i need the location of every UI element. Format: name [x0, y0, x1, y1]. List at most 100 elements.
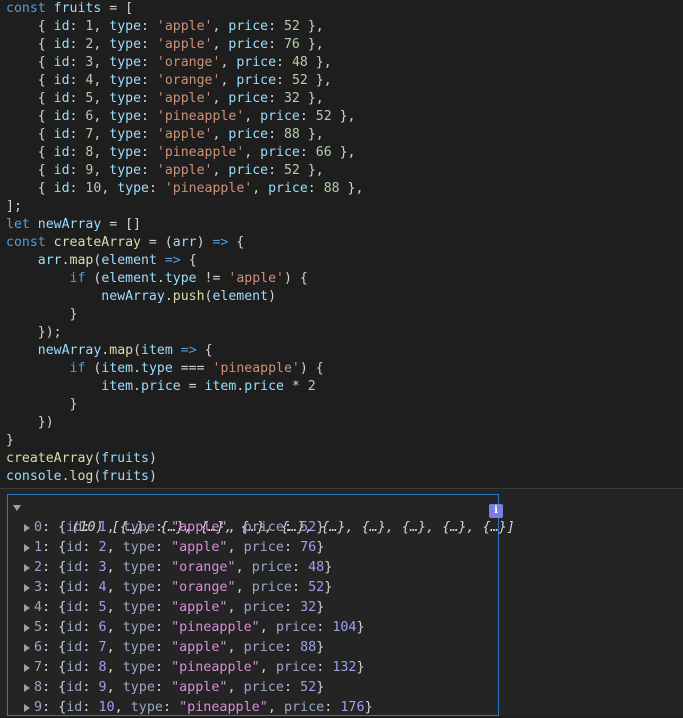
code-editor[interactable]: const fruits = [ { id: 1, type: 'apple',… [0, 0, 683, 488]
code-token: type [109, 163, 142, 178]
code-line: } [6, 396, 78, 414]
code-line: { id: 10, type: 'pineapple', price: 88 }… [6, 180, 364, 198]
entry-token: } [316, 600, 325, 615]
code-token: item [141, 343, 173, 358]
code-token: 'pineapple' [212, 361, 300, 376]
entry-token: type [122, 520, 155, 535]
code-token: => [164, 253, 181, 268]
code-token: type [109, 37, 142, 52]
expand-triangle-icon[interactable] [24, 604, 30, 612]
array-entry[interactable]: 9: {id: 10, type: "pineapple", price: 17… [34, 698, 373, 718]
entry-token: : [154, 640, 172, 655]
array-entry[interactable]: 5: {id: 6, type: "pineapple", price: 104… [34, 618, 365, 638]
code-token: { [6, 181, 54, 196]
code-token: id [53, 181, 70, 196]
code-token: { [6, 163, 54, 178]
entry-token: : { [42, 640, 67, 655]
entry-token: } [316, 680, 325, 695]
code-token: fruits [101, 451, 149, 466]
code-token: price [228, 37, 269, 52]
code-token: arr [37, 253, 62, 268]
expand-triangle-icon[interactable] [24, 704, 30, 712]
expand-triangle-icon[interactable] [24, 524, 30, 532]
expand-triangle-icon[interactable] [24, 664, 30, 672]
info-icon[interactable]: i [489, 504, 503, 518]
entry-token: 48 [308, 560, 325, 575]
code-token: { [6, 109, 54, 124]
collapse-triangle-icon[interactable] [13, 505, 21, 511]
code-token: { [228, 235, 245, 250]
entry-token: : [154, 600, 172, 615]
entry-token: 10 [98, 700, 115, 715]
expand-triangle-icon[interactable] [24, 544, 30, 552]
array-entry[interactable]: 0: {id: 1, type: "apple", price: 52} [34, 518, 324, 538]
array-entry[interactable]: 4: {id: 5, type: "apple", price: 32} [34, 598, 324, 618]
entry-token: id [66, 680, 83, 695]
code-token: if [69, 271, 86, 286]
entry-token: : [154, 580, 172, 595]
code-token: }, [339, 181, 364, 196]
code-token: , [220, 55, 237, 70]
code-token: id [53, 145, 70, 160]
code-token: { [6, 91, 54, 106]
code-line: { id: 3, type: 'orange', price: 48 }, [6, 54, 332, 72]
entry-token: , [106, 600, 123, 615]
code-token: { [6, 19, 54, 34]
code-token: , [244, 145, 261, 160]
array-summary[interactable]: (10) [{…}, {…}, {…}, {…}, {…}, {…}, {…},… [23, 498, 514, 535]
code-token: ( [133, 343, 142, 358]
array-entry[interactable]: 1: {id: 2, type: "apple", price: 76} [34, 538, 324, 558]
entry-token: , [235, 560, 252, 575]
array-entry[interactable]: 7: {id: 8, type: "pineapple", price: 132… [34, 658, 365, 678]
code-token: { [6, 145, 54, 160]
entry-token: "pineapple" [171, 620, 260, 635]
code-token: : [69, 127, 86, 142]
code-token: type [164, 271, 197, 286]
entry-token: "apple" [171, 600, 228, 615]
code-token: type [109, 55, 142, 70]
code-token: { [180, 253, 197, 268]
code-line: { id: 5, type: 'apple', price: 32 }, [6, 90, 324, 108]
code-line: { id: 9, type: 'apple', price: 52 }, [6, 162, 324, 180]
expand-triangle-icon[interactable] [24, 644, 30, 652]
expand-triangle-icon[interactable] [24, 564, 30, 572]
code-token: }, [299, 19, 324, 34]
code-line: console.log(fruits) [6, 468, 157, 486]
code-token: 'apple' [156, 19, 213, 34]
code-token: : [268, 19, 284, 34]
code-token: ) [268, 289, 277, 304]
entry-token: price [251, 560, 292, 575]
code-token: newArray [37, 217, 102, 232]
entry-token: : [154, 620, 172, 635]
code-token: 'orange' [156, 73, 221, 88]
console-panel: (10) [{…}, {…}, {…}, {…}, {…}, {…}, {…},… [0, 488, 683, 718]
code-token: , [93, 91, 110, 106]
entry-token: : [324, 700, 341, 715]
entry-token: 2 [34, 560, 43, 575]
entry-token: id [66, 660, 83, 675]
array-entry[interactable]: 6: {id: 7, type: "apple", price: 88} [34, 638, 324, 658]
expand-triangle-icon[interactable] [24, 624, 30, 632]
code-token: id [53, 127, 70, 142]
console-log-output[interactable]: (10) [{…}, {…}, {…}, {…}, {…}, {…}, {…},… [7, 494, 515, 718]
code-line: } [6, 432, 14, 450]
code-token: , [212, 19, 229, 34]
entry-token: 132 [332, 660, 357, 675]
code-token: = ( [140, 235, 173, 250]
code-token: : [69, 163, 86, 178]
array-entry[interactable]: 3: {id: 4, type: "orange", price: 52} [34, 578, 332, 598]
entry-token: } [324, 560, 333, 575]
entry-token: 52 [308, 580, 325, 595]
expand-triangle-icon[interactable] [24, 684, 30, 692]
array-entry[interactable]: 2: {id: 3, type: "orange", price: 48} [34, 558, 332, 578]
entry-token: price [275, 660, 317, 675]
expand-triangle-icon[interactable] [24, 584, 30, 592]
entry-token: type [122, 660, 155, 675]
entry-token: : [82, 640, 99, 655]
array-entry[interactable]: 8: {id: 9, type: "apple", price: 52} [34, 678, 324, 698]
code-token: 10 [85, 181, 102, 196]
entry-token: 3 [34, 580, 43, 595]
code-token: . [164, 289, 173, 304]
code-token: 66 [315, 145, 332, 160]
code-token: . [133, 379, 141, 394]
